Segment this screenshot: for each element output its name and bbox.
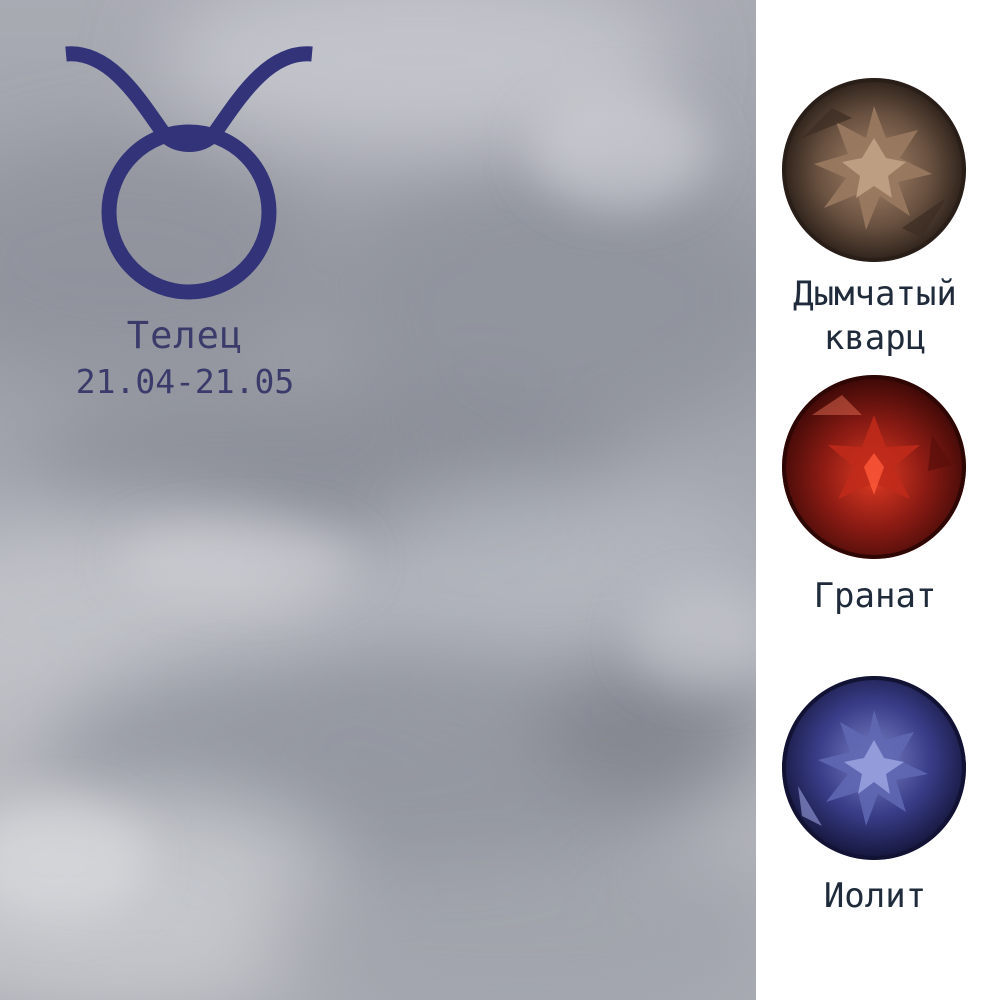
smoky-quartz-gem-icon xyxy=(782,78,966,262)
iolite-gem-icon xyxy=(782,676,966,860)
stone-label-garnet: Гранат xyxy=(813,576,937,616)
zodiac-card: Телец 21.04-21.05 Дымчатый кварц Гранат … xyxy=(0,0,1000,1000)
garnet-gem-icon xyxy=(782,375,966,559)
taurus-icon xyxy=(65,46,313,300)
sign-name: Телец xyxy=(126,314,244,357)
stone-label-smoky-quartz: Дымчатый кварц xyxy=(793,274,957,358)
sign-dates: 21.04-21.05 xyxy=(75,362,295,401)
stone-label-iolite: Иолит xyxy=(823,876,927,916)
